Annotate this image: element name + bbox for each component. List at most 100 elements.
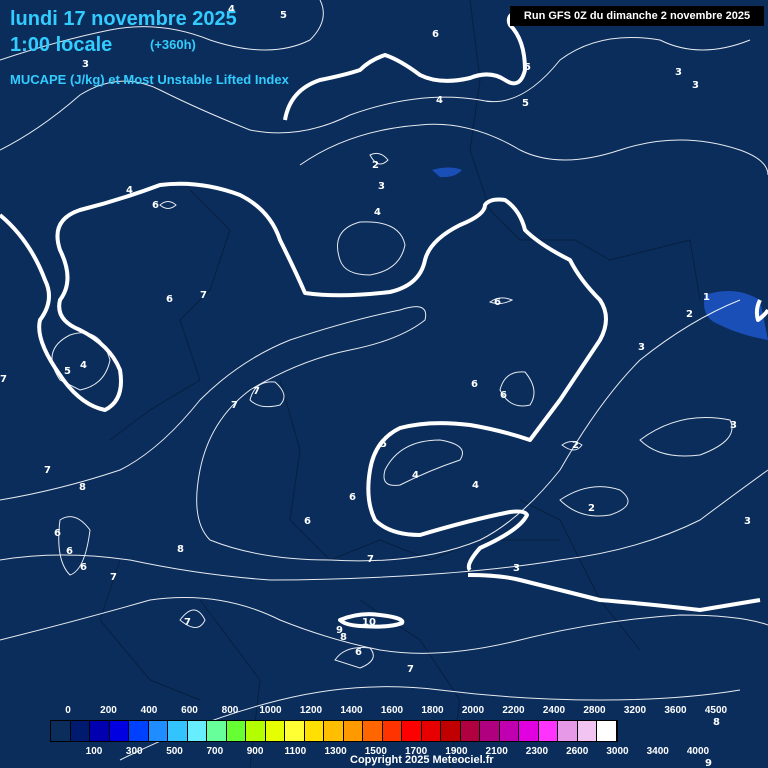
legend-swatch xyxy=(597,721,617,741)
contour-label: 5 xyxy=(524,62,531,73)
legend-tick-top: 1200 xyxy=(299,705,323,716)
legend-tick-top: 3200 xyxy=(623,705,647,716)
legend-swatch xyxy=(51,721,71,741)
legend-tick-top: 2200 xyxy=(502,705,525,716)
legend-tick-bottom: 1300 xyxy=(324,746,347,757)
forecast-time: 1:00 locale xyxy=(10,34,113,56)
contour-label: 2 xyxy=(686,309,693,320)
contour-label: 4 xyxy=(374,207,381,218)
legend-tick-top: 400 xyxy=(140,705,158,716)
legend-swatch xyxy=(324,721,344,741)
contour-label: 1 xyxy=(703,292,710,303)
contour-label: 6 xyxy=(349,492,356,503)
contour-label: 3 xyxy=(513,563,520,574)
contour-label: 8 xyxy=(340,632,347,643)
legend-tick-top: 0 xyxy=(65,705,71,716)
legend-tick-top: 2000 xyxy=(461,705,485,716)
legend-swatch xyxy=(577,721,597,741)
legend-tick-bottom: 2600 xyxy=(566,746,589,757)
legend-swatch xyxy=(460,721,480,741)
legend-tick-top: 600 xyxy=(181,705,198,716)
legend-tick-bottom: 3000 xyxy=(606,746,629,757)
contour-label: 7 xyxy=(0,374,7,385)
legend-swatch xyxy=(343,721,363,741)
contour-label: 6 xyxy=(152,200,159,211)
legend-tick-top: 200 xyxy=(100,705,117,716)
legend-tick-top: 800 xyxy=(221,705,239,716)
legend-swatch xyxy=(499,721,519,741)
contour-label: 6 xyxy=(500,390,507,401)
legend-swatch xyxy=(226,721,246,741)
legend-tick-top: 1600 xyxy=(380,705,404,716)
contour-label: 7 xyxy=(200,290,207,301)
legend-tick-bottom: 2300 xyxy=(525,746,549,757)
legend-swatch xyxy=(109,721,129,741)
legend-swatch xyxy=(246,721,266,741)
legend-swatch xyxy=(70,721,90,741)
color-legend xyxy=(50,720,618,742)
contour-label: 7 xyxy=(44,465,51,476)
legend-swatch xyxy=(363,721,383,741)
contour-label: 2 xyxy=(588,503,595,514)
contour-label: 2 xyxy=(372,160,379,171)
legend-swatch xyxy=(168,721,188,741)
legend-tick-bottom: 1100 xyxy=(284,746,307,757)
legend-tick-top: 1000 xyxy=(259,705,282,716)
forecast-lead: (+360h) xyxy=(150,37,196,52)
contour-label: 7 xyxy=(231,400,238,411)
legend-tick-bottom: 300 xyxy=(125,746,143,757)
contour-label: 5 xyxy=(280,10,287,21)
legend-swatch xyxy=(207,721,227,741)
forecast-date: lundi 17 novembre 2025 xyxy=(10,8,237,30)
legend-tick-bottom: 500 xyxy=(166,746,183,757)
contour-label: 6 xyxy=(80,562,87,573)
contour-label: 6 xyxy=(66,546,73,557)
contour-label: 10 xyxy=(362,617,376,628)
legend-swatch xyxy=(304,721,324,741)
legend-swatch xyxy=(538,721,558,741)
legend-tick-top: 3600 xyxy=(664,705,687,716)
legend-swatch xyxy=(421,721,441,741)
legend-swatch xyxy=(90,721,110,741)
legend-swatch xyxy=(480,721,500,741)
contour-label: 3 xyxy=(730,420,737,431)
legend-swatch xyxy=(129,721,149,741)
contour-label: 8 xyxy=(79,482,86,493)
legend-tick-top: 2400 xyxy=(542,705,566,716)
contour-label: 6 xyxy=(166,294,173,305)
contour-label: 7 xyxy=(253,386,260,397)
contour-label: 7 xyxy=(184,617,191,628)
contour-label: 4 xyxy=(436,95,443,106)
legend-tick-bottom: 3400 xyxy=(646,746,669,757)
contour-label: 3 xyxy=(744,516,751,527)
contour-label: 4 xyxy=(412,470,419,481)
contour-label: 5 xyxy=(380,439,387,450)
contour-label: 3 xyxy=(692,80,699,91)
contour-label: 3 xyxy=(378,181,385,192)
legend-swatch xyxy=(382,721,402,741)
contour-label: 6 xyxy=(494,297,501,308)
parameter-title: MUCAPE (J/kg) et Most Unstable Lifted In… xyxy=(10,72,289,87)
legend-swatch xyxy=(285,721,305,741)
legend-swatch xyxy=(148,721,168,741)
legend-swatch xyxy=(265,721,285,741)
legend-tick-top: 1400 xyxy=(340,705,363,716)
legend-swatch xyxy=(402,721,422,741)
contour-label: 4 xyxy=(126,185,133,196)
copyright: Copyright 2025 Meteociel.fr xyxy=(350,754,494,766)
contour-label: 8 xyxy=(177,544,184,555)
contour-label: 5 xyxy=(522,98,529,109)
legend-tick-top: 2800 xyxy=(583,705,606,716)
contour-label: 6 xyxy=(432,29,439,40)
legend-swatch xyxy=(558,721,578,741)
contour-label: 9 xyxy=(705,758,712,768)
contour-label: 6 xyxy=(471,379,478,390)
legend-tick-bottom: 4000 xyxy=(686,746,710,757)
contour-label: 3 xyxy=(82,59,89,70)
legend-tick-bottom: 100 xyxy=(85,746,103,757)
contour-label: 7 xyxy=(407,664,414,675)
contour-label: 3 xyxy=(638,342,645,353)
contour-label: 2 xyxy=(572,440,579,451)
contour-label: 6 xyxy=(304,516,311,527)
legend-tick-top: 1800 xyxy=(421,705,444,716)
